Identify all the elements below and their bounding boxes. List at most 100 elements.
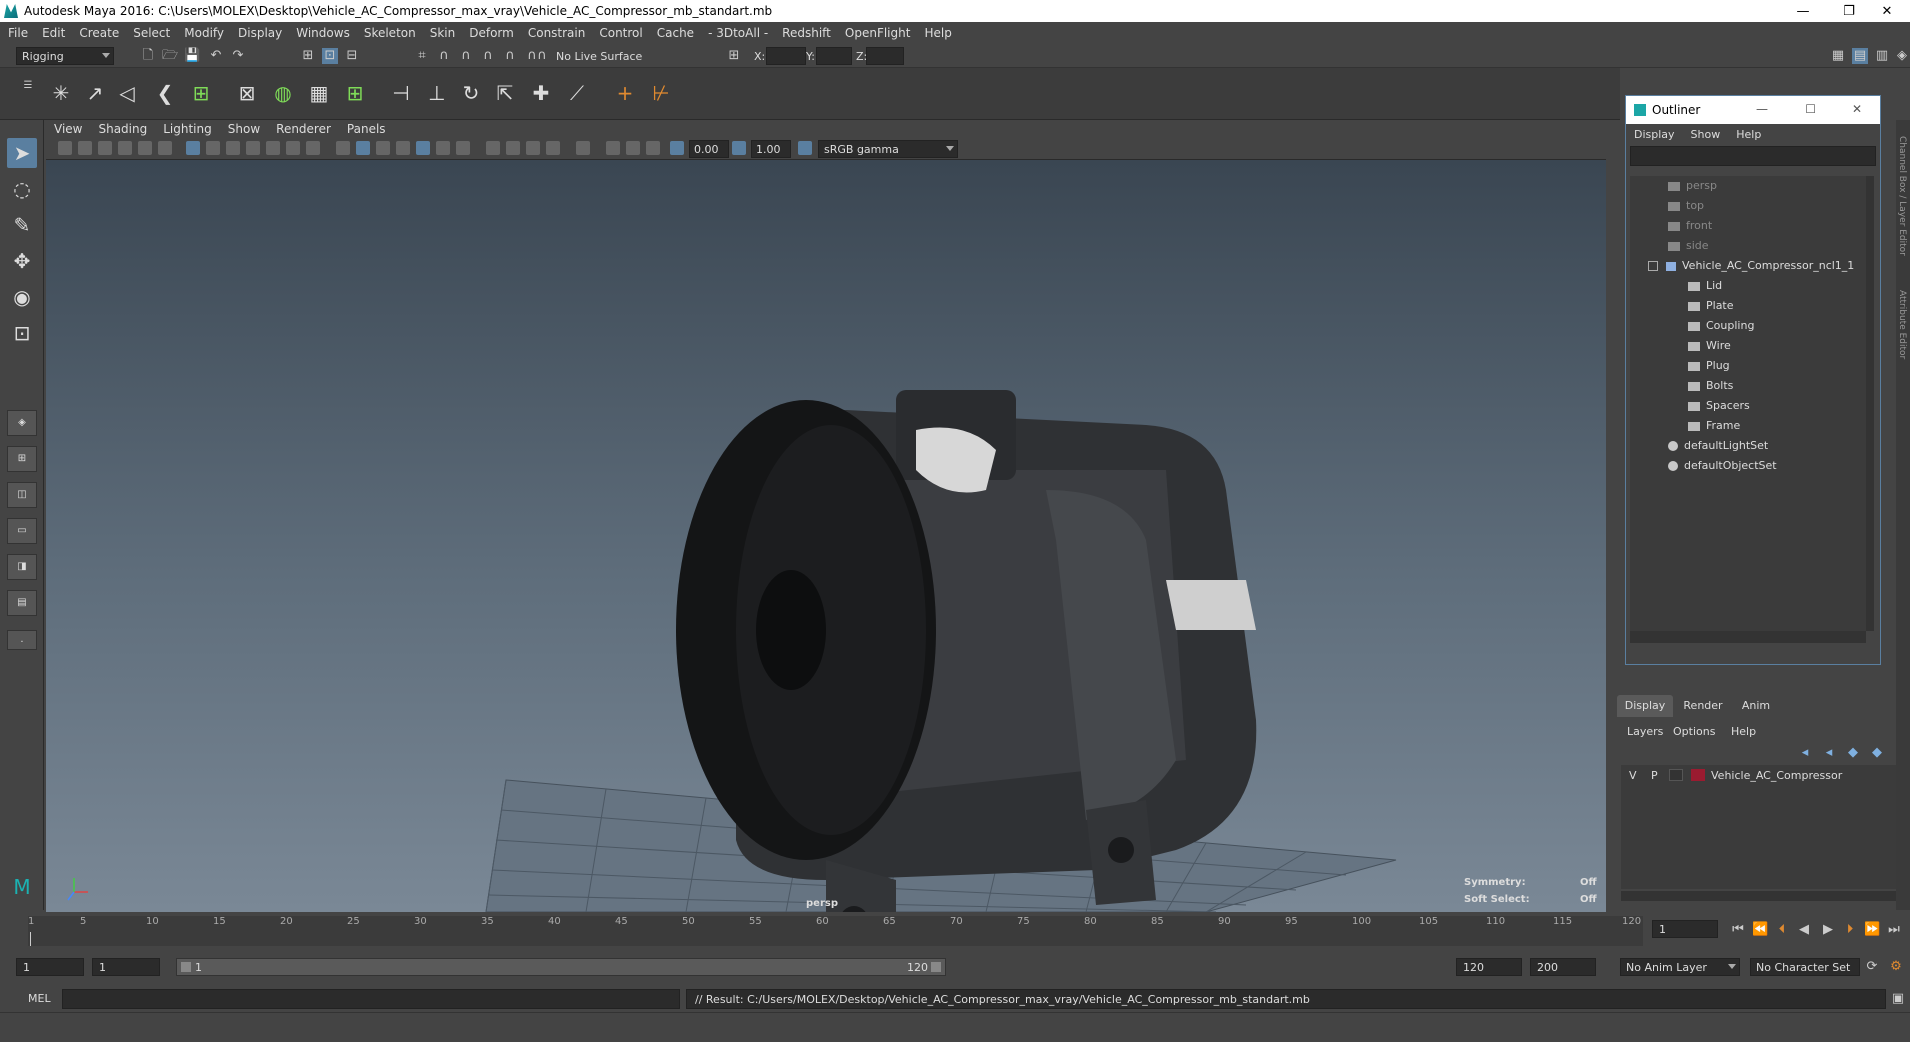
play-backwards-icon[interactable]: ◀ (1796, 922, 1812, 938)
panel-menu-view[interactable]: View (54, 122, 82, 136)
script-editor-icon[interactable]: ▣ (1890, 991, 1906, 1007)
hypershade-layout-icon[interactable]: ▤ (7, 590, 37, 616)
tree-item-persp[interactable]: persp (1668, 176, 1717, 196)
tree-item-wire[interactable]: Wire (1688, 336, 1731, 356)
2d-pan-zoom-icon[interactable] (138, 141, 152, 155)
menu-deform[interactable]: Deform (469, 26, 514, 40)
point-constraint-icon[interactable]: ⊣ (386, 78, 416, 108)
lasso-tool-icon[interactable]: ◌ (7, 174, 37, 204)
menu-openflight[interactable]: OpenFlight (845, 26, 911, 40)
menu-skin[interactable]: Skin (430, 26, 456, 40)
field-chart-icon[interactable] (266, 141, 280, 155)
exposure-field[interactable]: 0.00 (689, 140, 729, 158)
menu-help[interactable]: Help (924, 26, 951, 40)
select-hierarchy-icon[interactable]: ⊞ (300, 48, 316, 64)
shelf-menu-icon[interactable]: ☰ (20, 78, 36, 94)
toggle-modeling-toolkit-icon[interactable]: ▤ (1852, 48, 1868, 64)
new-scene-icon[interactable]: 🗋 (140, 48, 156, 64)
ik-handle-icon[interactable]: ↗ (80, 78, 110, 108)
outliner-search-field[interactable] (1630, 146, 1876, 166)
anim-layer-dropdown[interactable]: No Anim Layer (1620, 958, 1740, 976)
persp-outliner-layout-icon[interactable]: ◨ (7, 554, 37, 580)
tree-item-spacers[interactable]: Spacers (1688, 396, 1750, 416)
attribute-editor-tab[interactable]: Attribute Editor (1897, 290, 1907, 359)
toggle-attribute-editor-icon[interactable]: ▥ (1874, 48, 1890, 64)
panel-menu-panels[interactable]: Panels (347, 122, 386, 136)
snap-view-icon[interactable]: ∩ (480, 48, 496, 64)
xray-components-icon[interactable] (626, 141, 640, 155)
playback-end-field[interactable]: 120 (1456, 958, 1522, 976)
perspective-viewport[interactable]: persp Symmetry: Off Soft Select: Off (46, 160, 1606, 912)
tree-item-group[interactable]: Vehicle_AC_Compressor_ncl1_1 (1648, 256, 1854, 276)
gate-mask-icon[interactable] (246, 141, 260, 155)
tree-item-lid[interactable]: Lid (1688, 276, 1722, 296)
two-pane-layout-icon[interactable]: ◫ (7, 482, 37, 508)
insert-joint-icon[interactable]: ❮ (150, 78, 180, 108)
layer-color-swatch[interactable] (1691, 769, 1705, 781)
render-settings-icon[interactable]: ▦ (1830, 48, 1846, 64)
live-surface-icon[interactable]: ∩ (534, 48, 550, 64)
menu-select[interactable]: Select (133, 26, 170, 40)
select-component-icon[interactable]: ⊟ (344, 48, 360, 64)
locator-icon[interactable]: + (610, 78, 640, 108)
lattice-icon[interactable]: ▦ (304, 78, 334, 108)
outliner-title-bar[interactable]: Outliner — ☐ ✕ (1626, 96, 1880, 124)
layer-type-toggle[interactable] (1669, 769, 1683, 781)
layer-visibility-toggle[interactable]: V (1629, 769, 1637, 782)
tree-item-coupling[interactable]: Coupling (1688, 316, 1754, 336)
xray-icon[interactable] (576, 141, 590, 155)
color-management-icon[interactable] (798, 141, 812, 155)
redo-icon[interactable]: ↷ (230, 48, 246, 64)
scale-tool-icon[interactable]: ⊡ (7, 318, 37, 348)
range-start-handle[interactable] (181, 962, 191, 972)
outliner-minimize-icon[interactable]: — (1756, 102, 1768, 116)
menu-3dtoall[interactable]: - 3DtoAll - (708, 26, 768, 40)
cluster-icon[interactable]: ◍ (268, 78, 298, 108)
four-pane-layout-icon[interactable]: ⊞ (7, 446, 37, 472)
step-back-frame-icon[interactable]: ⏪ (1752, 922, 1768, 938)
menu-display[interactable]: Display (238, 26, 282, 40)
command-language-label[interactable]: MEL (28, 992, 51, 1005)
film-gate-icon[interactable] (206, 141, 220, 155)
colorspace-dropdown[interactable]: sRGB gamma (818, 140, 958, 158)
range-slider[interactable]: 1 120 (176, 958, 946, 976)
parent-constraint-icon[interactable]: ✚ (526, 78, 556, 108)
shadows-icon[interactable] (436, 141, 450, 155)
snap-surface-icon[interactable]: ∩ (502, 48, 518, 64)
backface-culling-icon[interactable] (646, 141, 660, 155)
menu-windows[interactable]: Windows (296, 26, 350, 40)
outliner-menu-display[interactable]: Display (1634, 128, 1675, 141)
start-time-field[interactable]: 1 (16, 958, 84, 976)
collapse-icon[interactable] (1648, 261, 1658, 271)
select-object-icon[interactable]: ⊡ (322, 48, 338, 64)
menu-edit[interactable]: Edit (42, 26, 65, 40)
layer-playback-toggle[interactable]: P (1651, 769, 1658, 782)
camera-attributes-icon[interactable] (78, 141, 92, 155)
image-plane-icon[interactable] (118, 141, 132, 155)
tab-display[interactable]: Display (1617, 695, 1673, 717)
safe-action-icon[interactable] (286, 141, 300, 155)
close-button[interactable]: ✕ (1864, 0, 1910, 22)
command-result-field[interactable]: // Result: C:/Users/MOLEX/Desktop/Vehicl… (686, 989, 1886, 1009)
panel-menu-lighting[interactable]: Lighting (163, 122, 212, 136)
tab-render[interactable]: Render (1675, 695, 1731, 717)
panel-menu-shading[interactable]: Shading (98, 122, 147, 136)
outliner-menu-show[interactable]: Show (1691, 128, 1721, 141)
outliner-close-icon[interactable]: ✕ (1852, 102, 1862, 116)
save-scene-icon[interactable]: 💾 (184, 48, 200, 64)
snap-point-icon[interactable]: ∩ (458, 48, 474, 64)
select-tool-icon[interactable]: ➤ (7, 138, 37, 168)
layers-menu-help[interactable]: Help (1731, 725, 1756, 738)
animation-preferences-icon[interactable]: ⚙ (1888, 959, 1904, 975)
layer-name[interactable]: Vehicle_AC_Compressor (1711, 769, 1842, 782)
menuset-dropdown[interactable]: Rigging (16, 47, 114, 65)
wireframe-on-shaded-icon[interactable] (376, 141, 390, 155)
bookmark-icon[interactable] (98, 141, 112, 155)
layer-row[interactable]: V P Vehicle_AC_Compressor (1621, 765, 1897, 785)
character-set-dropdown[interactable]: No Character Set (1750, 958, 1860, 976)
maya-home-icon[interactable]: M (7, 872, 37, 902)
smooth-shade-icon[interactable] (356, 141, 370, 155)
depth-of-field-icon[interactable] (526, 141, 540, 155)
current-frame-field[interactable]: 1 (1652, 920, 1718, 938)
menu-modify[interactable]: Modify (184, 26, 224, 40)
